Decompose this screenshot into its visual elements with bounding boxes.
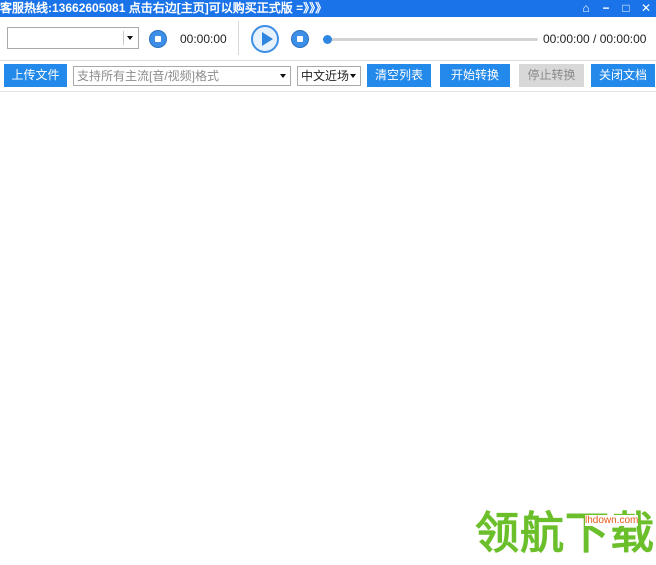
format-select[interactable]: 支持所有主流[音/视频]格式 [73, 66, 291, 86]
format-select-placeholder: 支持所有主流[音/视频]格式 [77, 69, 220, 83]
close-icon[interactable]: ✕ [636, 0, 656, 17]
divider [238, 21, 239, 55]
file-list-area[interactable] [0, 92, 656, 565]
play-button[interactable] [251, 25, 279, 53]
progress-handle[interactable] [323, 35, 332, 44]
watermark-site: lhdown.com [585, 515, 639, 526]
chevron-down-icon [348, 69, 359, 83]
player-bar: 00:00:00 00:00:00 / 00:00:00 [0, 17, 656, 61]
title-bar: 客服热线:13662605081 点击右边[主页]可以购买正式版 =》》》 ⌂ … [0, 0, 656, 17]
minimize-icon[interactable]: − [596, 0, 616, 17]
watermark-logo: 领航下载 lhdown.com [470, 505, 656, 565]
window-title: 客服热线:13662605081 点击右边[主页]可以购买正式版 =》》》 [0, 1, 328, 15]
upload-file-button[interactable]: 上传文件 [4, 64, 67, 87]
close-document-button[interactable]: 关闭文档 [591, 64, 655, 87]
record-time: 00:00:00 [180, 32, 227, 46]
playback-stop-button[interactable] [291, 30, 309, 48]
chevron-down-icon [278, 69, 289, 83]
playback-time: 00:00:00 / 00:00:00 [543, 32, 647, 46]
chevron-down-icon [123, 31, 136, 45]
progress-track[interactable] [325, 38, 538, 41]
record-stop-button[interactable] [149, 30, 167, 48]
home-icon[interactable]: ⌂ [576, 0, 596, 17]
play-icon [262, 32, 273, 46]
maximize-icon[interactable]: □ [616, 0, 636, 17]
language-select[interactable]: 中文近场 [297, 66, 361, 86]
stop-icon [297, 36, 303, 42]
device-select[interactable] [7, 27, 139, 49]
toolbar: 上传文件 支持所有主流[音/视频]格式 中文近场 清空列表 开始转换 停止转换 … [0, 61, 656, 92]
language-select-value: 中文近场 [301, 69, 350, 83]
stop-convert-button[interactable]: 停止转换 [519, 64, 584, 87]
clear-list-button[interactable]: 清空列表 [367, 64, 431, 87]
stop-icon [155, 36, 161, 42]
start-convert-button[interactable]: 开始转换 [440, 64, 510, 87]
